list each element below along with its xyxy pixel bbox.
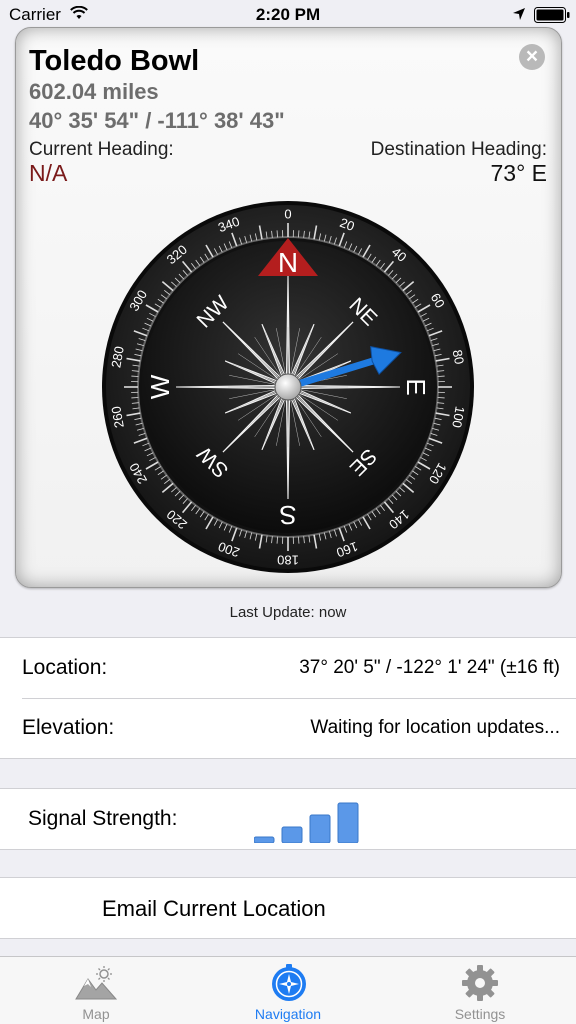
location-value: 37° 20' 5" / -122° 1' 24" (±16 ft) [299, 657, 560, 678]
elevation-row: Elevation: Waiting for location updates.… [0, 698, 576, 758]
signal-strength-bars [254, 802, 359, 843]
last-update-label: Last Update: now [229, 604, 347, 621]
compass-icon [272, 964, 306, 1001]
gear-icon [462, 965, 498, 1001]
email-group: Email Current Location [0, 877, 576, 939]
tab-map[interactable]: Map [0, 957, 192, 1024]
status-time: 2:20 PM [255, 5, 321, 24]
tab-navigation[interactable]: Navigation [192, 957, 384, 1024]
status-bar: Carrier 2:20 PM [0, 0, 576, 30]
compass-cardinal-w: W [145, 374, 175, 399]
destination-heading-value: 73° E [490, 160, 547, 186]
tab-settings[interactable]: Settings [384, 957, 576, 1024]
tab-settings-label: Settings [454, 1006, 506, 1022]
compass-degree-label: 180 [277, 553, 299, 568]
current-heading-value: N/A [29, 160, 68, 186]
elevation-value: Waiting for location updates... [310, 717, 560, 738]
compass-cardinal-e: E [401, 378, 431, 395]
compass-cardinal-s: S [279, 500, 296, 530]
signal-label: Signal Strength: [28, 807, 178, 830]
location-label: Location: [22, 656, 108, 679]
elevation-label: Elevation: [22, 716, 115, 739]
tab-bar: Map Navigation Settings [0, 956, 576, 1024]
mountain-sun-icon [75, 966, 117, 1000]
email-location-button[interactable]: Email Current Location [0, 878, 576, 938]
location-info-group: Location: 37° 20' 5" / -122° 1' 24" (±16… [0, 637, 576, 759]
location-row: Location: 37° 20' 5" / -122° 1' 24" (±16… [0, 638, 576, 698]
compass-degree-label: 80 [450, 349, 467, 366]
location-arrow-icon [513, 8, 525, 20]
destination-name: Toledo Bowl [29, 45, 200, 77]
compass-dial: 0204060801001201401601802002202402602803… [102, 201, 474, 573]
destination-coordinates: 40° 35' 54" / -111° 38' 43" [29, 108, 285, 133]
compass-hub [274, 373, 302, 401]
app-screen: Carrier 2:20 PM Toledo Bowl 602.04 miles… [0, 0, 576, 1024]
signal-row: Signal Strength: [0, 789, 576, 849]
email-location-label: Email Current Location [102, 896, 326, 921]
destination-heading-label: Destination Heading: [370, 139, 547, 160]
signal-group: Signal Strength: [0, 788, 576, 850]
tab-map-label: Map [82, 1006, 110, 1022]
current-heading-label: Current Heading: [29, 139, 174, 160]
tab-navigation-label: Navigation [254, 1006, 322, 1022]
compass-degree-label: 0 [284, 207, 291, 222]
compass-cardinal-n: N [278, 247, 298, 278]
signal-bar [337, 802, 359, 843]
battery-icon [534, 7, 570, 23]
destination-distance: 602.04 miles [29, 79, 159, 104]
close-icon[interactable]: × [519, 44, 545, 70]
signal-bar [309, 814, 331, 843]
destination-card: Toledo Bowl 602.04 miles 40° 35' 54" / -… [15, 27, 562, 588]
signal-bar [281, 826, 303, 843]
signal-bar [254, 836, 275, 843]
